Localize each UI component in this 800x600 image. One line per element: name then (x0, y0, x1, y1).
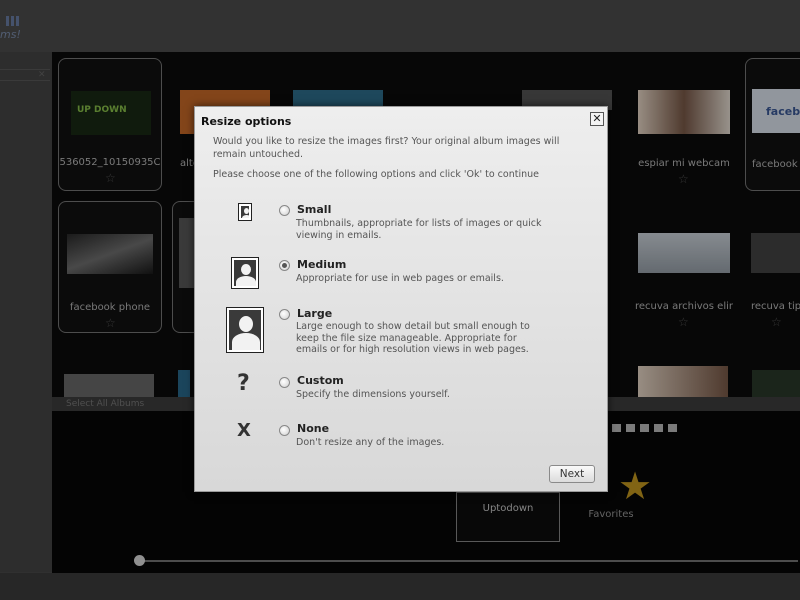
radio-medium[interactable] (279, 260, 290, 271)
option-none[interactable]: X None Don't resize any of the images. (195, 420, 609, 451)
question-mark-icon: ? (237, 371, 250, 396)
next-button[interactable]: Next (549, 465, 595, 483)
radio-none[interactable] (279, 425, 290, 436)
radio-large[interactable] (279, 309, 290, 320)
close-icon[interactable]: ✕ (590, 112, 604, 126)
option-small[interactable]: Small Thumbnails, appropriate for lists … (195, 201, 609, 241)
option-description: Thumbnails, appropriate for lists of ima… (296, 218, 542, 241)
radio-custom[interactable] (279, 377, 290, 388)
dialog-intro-text: Would you like to resize the images firs… (213, 136, 560, 160)
dialog-instruction-text: Please choose one of the following optio… (213, 169, 539, 180)
option-custom[interactable]: ? Custom Specify the dimensions yourself… (195, 371, 609, 403)
option-description: Appropriate for use in web pages or emai… (296, 273, 504, 284)
option-name: Large (297, 307, 333, 320)
option-name: Medium (297, 258, 347, 271)
option-large[interactable]: Large Large enough to show detail but sm… (195, 306, 609, 362)
option-name: Custom (297, 374, 344, 387)
resize-options-dialog: Resize options ✕ Would you like to resiz… (194, 106, 608, 492)
x-icon: X (237, 420, 251, 441)
medium-person-icon (231, 257, 259, 289)
option-description: Large enough to show detail but small en… (296, 321, 530, 355)
option-name: Small (297, 203, 332, 216)
option-description: Specify the dimensions yourself. (296, 389, 450, 400)
option-description: Don't resize any of the images. (296, 437, 445, 448)
small-person-icon (238, 203, 252, 221)
radio-small[interactable] (279, 205, 290, 216)
option-medium[interactable]: Medium Appropriate for use in web pages … (195, 257, 609, 297)
large-person-icon (226, 307, 264, 353)
option-name: None (297, 422, 330, 435)
dialog-title: Resize options (201, 115, 292, 128)
